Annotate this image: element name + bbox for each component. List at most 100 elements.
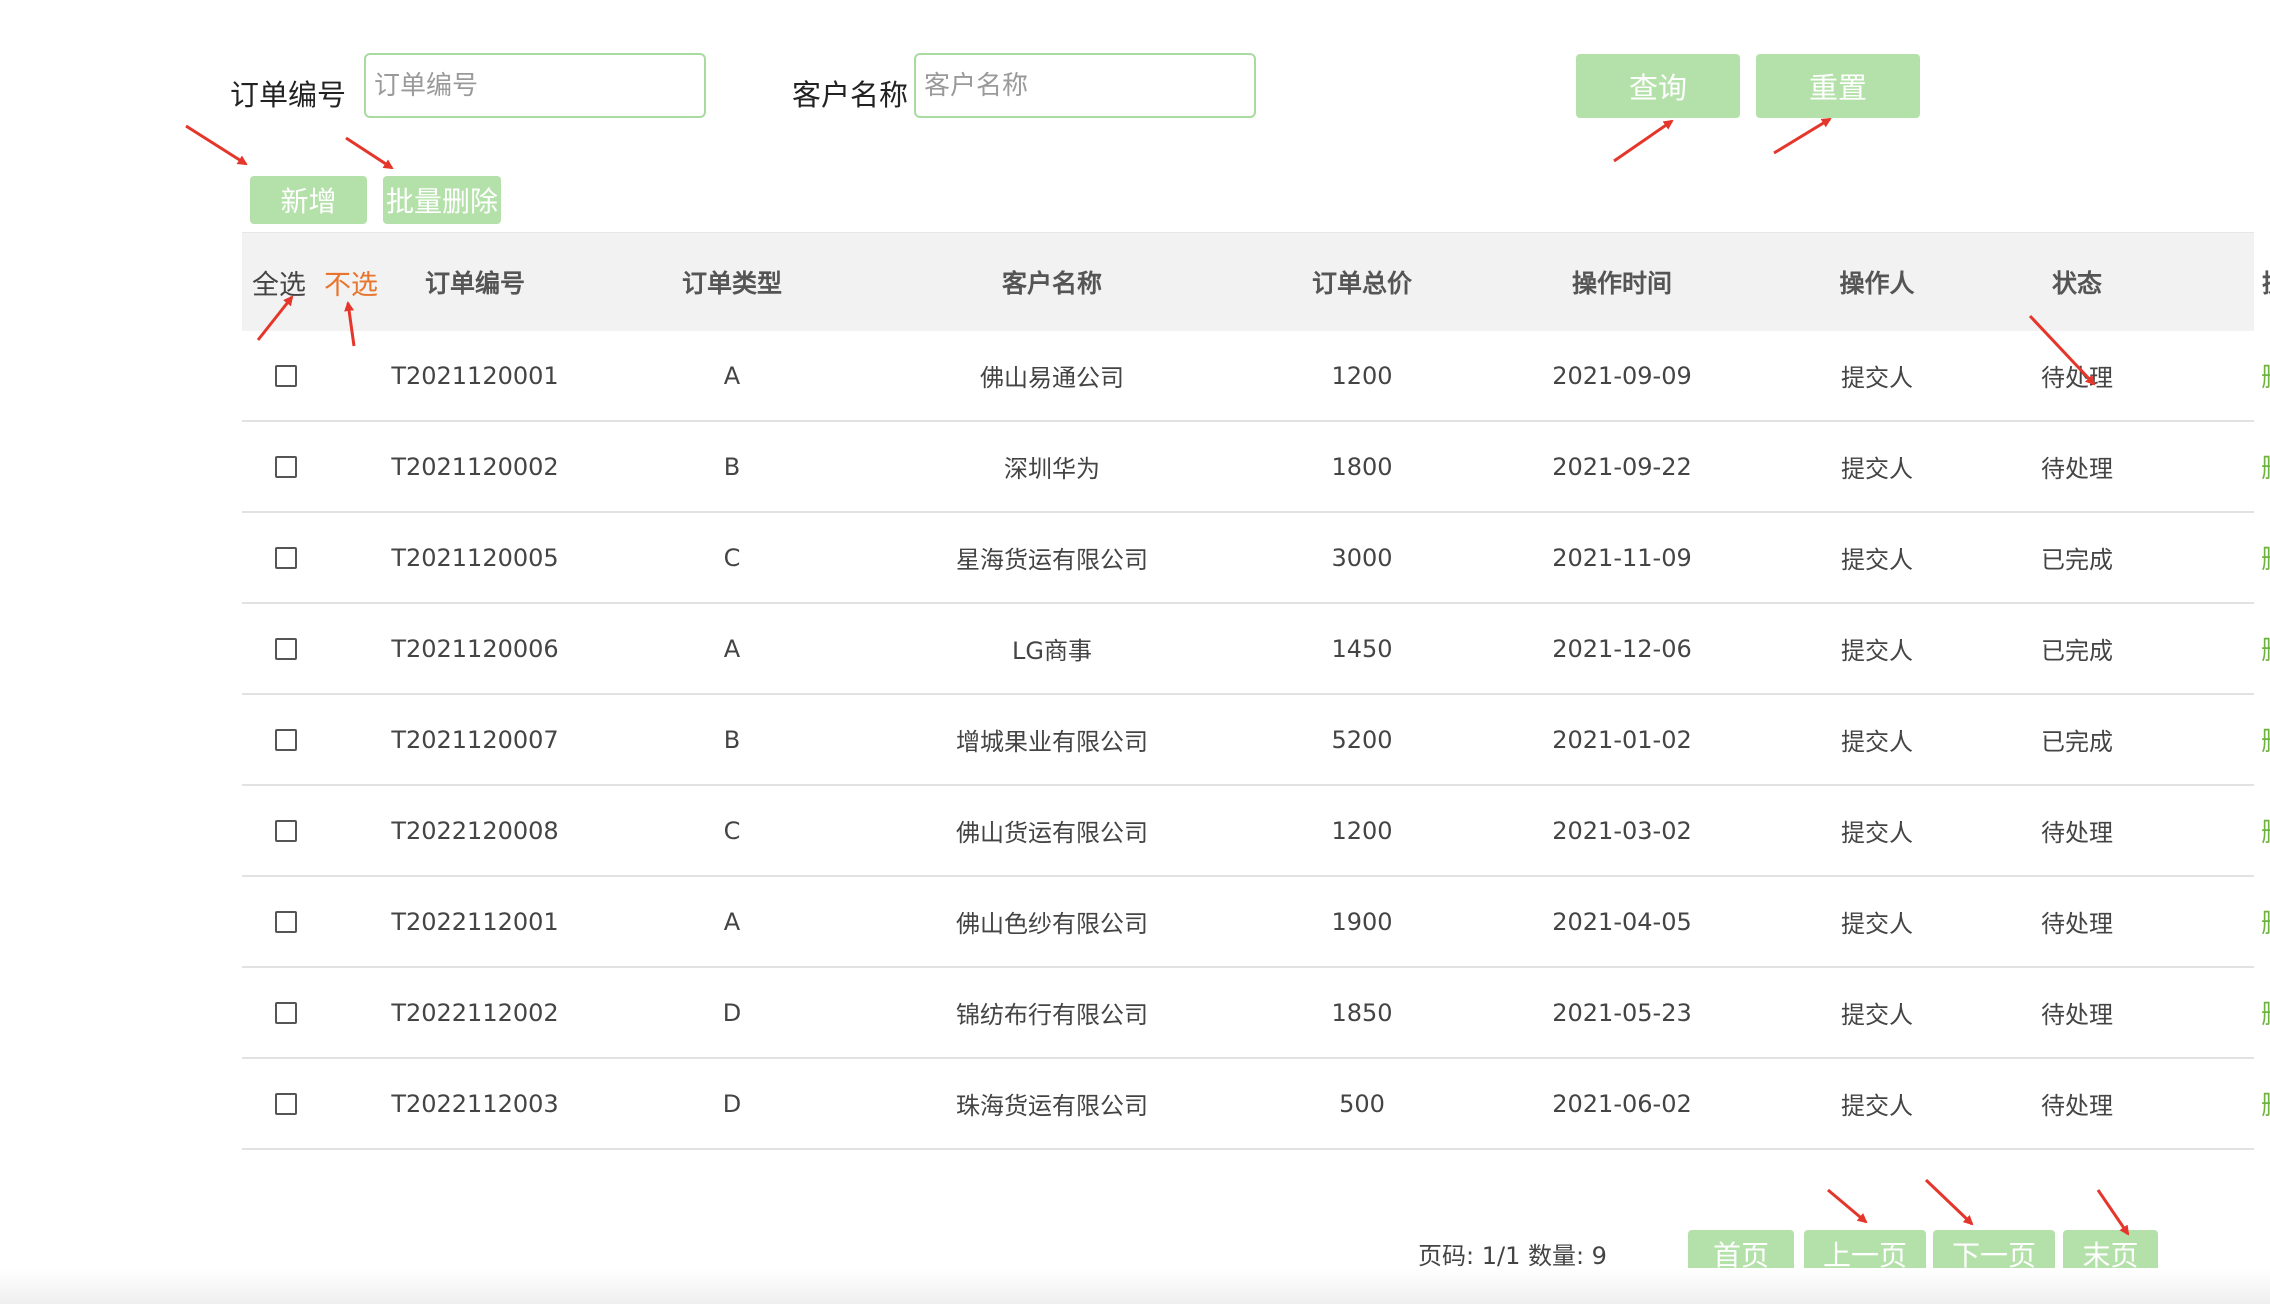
bottom-shadow xyxy=(0,1268,2270,1304)
table-row: T2021120007 B 增城果业有限公司 5200 2021-01-02 提交人 已完成… xyxy=(242,695,2270,786)
cell-order-total: 500 xyxy=(1339,1089,1385,1118)
cell-order-type: B xyxy=(723,452,741,481)
cell-order-total: 1200 xyxy=(1331,361,1393,390)
row-checkbox[interactable] xyxy=(275,638,297,660)
row-checkbox[interactable] xyxy=(275,547,297,569)
cell-operator: 提交人 xyxy=(1841,546,1913,574)
pager-info: 页码: 1/1 数量: 9 xyxy=(1418,1242,1607,1270)
cell-operator: 提交人 xyxy=(1841,364,1913,392)
arrow-to-prev-page xyxy=(1827,1188,1868,1224)
col-operate-time: 操作时间 xyxy=(1571,269,1672,298)
cell-operate-time: 2021-01-02 xyxy=(1552,725,1692,754)
table-header: 全选 不选 订单编号 订单类型 客户名称 订单总价 操作时间 操作人 状态 操作 xyxy=(242,232,2270,331)
cell-status: 待处理 xyxy=(2041,455,2113,483)
cell-operate-time: 2021-06-02 xyxy=(1552,1089,1692,1118)
cell-operate-time: 2021-04-05 xyxy=(1552,907,1692,936)
delete-link[interactable]: 删除 xyxy=(2261,539,2270,576)
row-checkbox[interactable] xyxy=(275,911,297,933)
cell-order-total: 1450 xyxy=(1331,634,1393,663)
cell-operator: 提交人 xyxy=(1841,1092,1913,1120)
cell-operate-time: 2021-09-22 xyxy=(1552,452,1692,481)
row-checkbox[interactable] xyxy=(275,1002,297,1024)
col-actions: 操作 xyxy=(2202,233,2270,331)
table-row: T2021120001 A 佛山易通公司 1200 2021-09-09 提交人 待处理 删除 xyxy=(242,331,2270,422)
cell-status: 待处理 xyxy=(2041,1092,2113,1120)
cell-operator: 提交人 xyxy=(1841,637,1913,665)
cell-order-type: B xyxy=(723,725,741,754)
cell-order-total: 1850 xyxy=(1331,998,1393,1027)
cell-status: 已完成 xyxy=(2041,546,2113,574)
row-actions: 删除 xyxy=(2202,695,2270,784)
cell-status: 待处理 xyxy=(2041,364,2113,392)
delete-link[interactable]: 删除 xyxy=(2261,812,2270,849)
cell-operate-time: 2021-05-23 xyxy=(1552,998,1692,1027)
row-checkbox[interactable] xyxy=(275,456,297,478)
cell-customer-name: 佛山货运有限公司 xyxy=(956,819,1148,847)
cell-customer-name: 珠海货运有限公司 xyxy=(956,1092,1148,1120)
row-checkbox[interactable] xyxy=(275,729,297,751)
delete-link[interactable]: 删除 xyxy=(2261,357,2270,394)
arrow-to-query-button xyxy=(1613,119,1674,163)
table-row: T2022112002 D 锦纺布行有限公司 1850 2021-05-23 提交人 待处理… xyxy=(242,968,2270,1059)
cell-status: 已完成 xyxy=(2041,637,2113,665)
reset-button[interactable]: 重置 xyxy=(1756,54,1920,118)
cell-order-no: T2022112001 xyxy=(391,907,559,936)
cell-operate-time: 2021-03-02 xyxy=(1552,816,1692,845)
cell-order-total: 5200 xyxy=(1331,725,1393,754)
arrow-to-add-button xyxy=(185,124,248,166)
cell-operate-time: 2021-09-09 xyxy=(1552,361,1692,390)
row-actions: 删除 xyxy=(2202,604,2270,693)
row-actions: 删除 xyxy=(2202,786,2270,875)
customer-name-label: 客户名称 xyxy=(792,78,909,112)
orders-table: 全选 不选 订单编号 订单类型 客户名称 订单总价 操作时间 操作人 状态 操作… xyxy=(242,232,2270,1150)
cell-order-total: 1900 xyxy=(1331,907,1393,936)
col-status: 状态 xyxy=(2051,269,2102,298)
table-row: T2022112003 D 珠海货运有限公司 500 2021-06-02 提交人 待处理 删… xyxy=(242,1059,2270,1150)
add-button[interactable]: 新增 xyxy=(250,176,367,224)
cell-operator: 提交人 xyxy=(1841,728,1913,756)
order-no-label: 订单编号 xyxy=(230,78,347,112)
batch-delete-button[interactable]: 批量删除 xyxy=(383,176,501,224)
row-checkbox[interactable] xyxy=(275,365,297,387)
cell-operate-time: 2021-11-09 xyxy=(1552,543,1692,572)
customer-name-input[interactable] xyxy=(914,53,1256,118)
delete-link[interactable]: 删除 xyxy=(2261,630,2270,667)
cell-order-type: A xyxy=(723,907,741,936)
cell-operator: 提交人 xyxy=(1841,819,1913,847)
row-checkbox[interactable] xyxy=(275,1093,297,1115)
delete-link[interactable]: 删除 xyxy=(2261,903,2270,940)
arrow-to-reset-button xyxy=(1773,117,1832,155)
cell-order-type: D xyxy=(722,998,742,1027)
delete-link[interactable]: 删除 xyxy=(2261,1085,2270,1122)
cell-customer-name: 佛山色纱有限公司 xyxy=(956,910,1148,938)
cell-operator: 提交人 xyxy=(1841,455,1913,483)
cell-order-no: T2021120006 xyxy=(391,634,559,663)
row-checkbox[interactable] xyxy=(275,820,297,842)
cell-customer-name: 佛山易通公司 xyxy=(980,364,1124,392)
delete-link[interactable]: 删除 xyxy=(2261,448,2270,485)
cell-order-type: D xyxy=(722,1089,742,1118)
cell-status: 已完成 xyxy=(2041,728,2113,756)
row-actions: 删除 xyxy=(2202,877,2270,966)
delete-link[interactable]: 删除 xyxy=(2261,994,2270,1031)
cell-order-total: 1200 xyxy=(1331,816,1393,845)
col-order-type: 订单类型 xyxy=(681,269,782,298)
select-all-link[interactable]: 全选 xyxy=(252,233,306,331)
col-order-no: 订单编号 xyxy=(424,269,525,298)
table-row: T2021120005 C 星海货运有限公司 3000 2021-11-09 提交人 已完成… xyxy=(242,513,2270,604)
cell-status: 待处理 xyxy=(2041,1001,2113,1029)
row-actions: 删除 xyxy=(2202,1059,2270,1148)
table-row: T2022112001 A 佛山色纱有限公司 1900 2021-04-05 提交人 待处理… xyxy=(242,877,2270,968)
query-button[interactable]: 查询 xyxy=(1576,54,1740,118)
table-row: T2022120008 C 佛山货运有限公司 1200 2021-03-02 提交人 待处理… xyxy=(242,786,2270,877)
arrow-to-next-page xyxy=(1924,1178,1974,1226)
row-actions: 删除 xyxy=(2202,331,2270,420)
cell-order-type: C xyxy=(723,816,741,845)
table-body: T2021120001A佛山易通公司12002021-09-09提交人待处理删除… xyxy=(242,331,2270,1150)
cell-operator: 提交人 xyxy=(1841,1001,1913,1029)
order-no-input[interactable] xyxy=(364,53,706,118)
delete-link[interactable]: 删除 xyxy=(2261,721,2270,758)
cell-order-no: T2022112002 xyxy=(391,998,559,1027)
table-row: T2021120006 A LG商事 1450 2021-12-06 提交人 已完成 删除 xyxy=(242,604,2270,695)
cell-order-no: T2021120001 xyxy=(391,361,559,390)
